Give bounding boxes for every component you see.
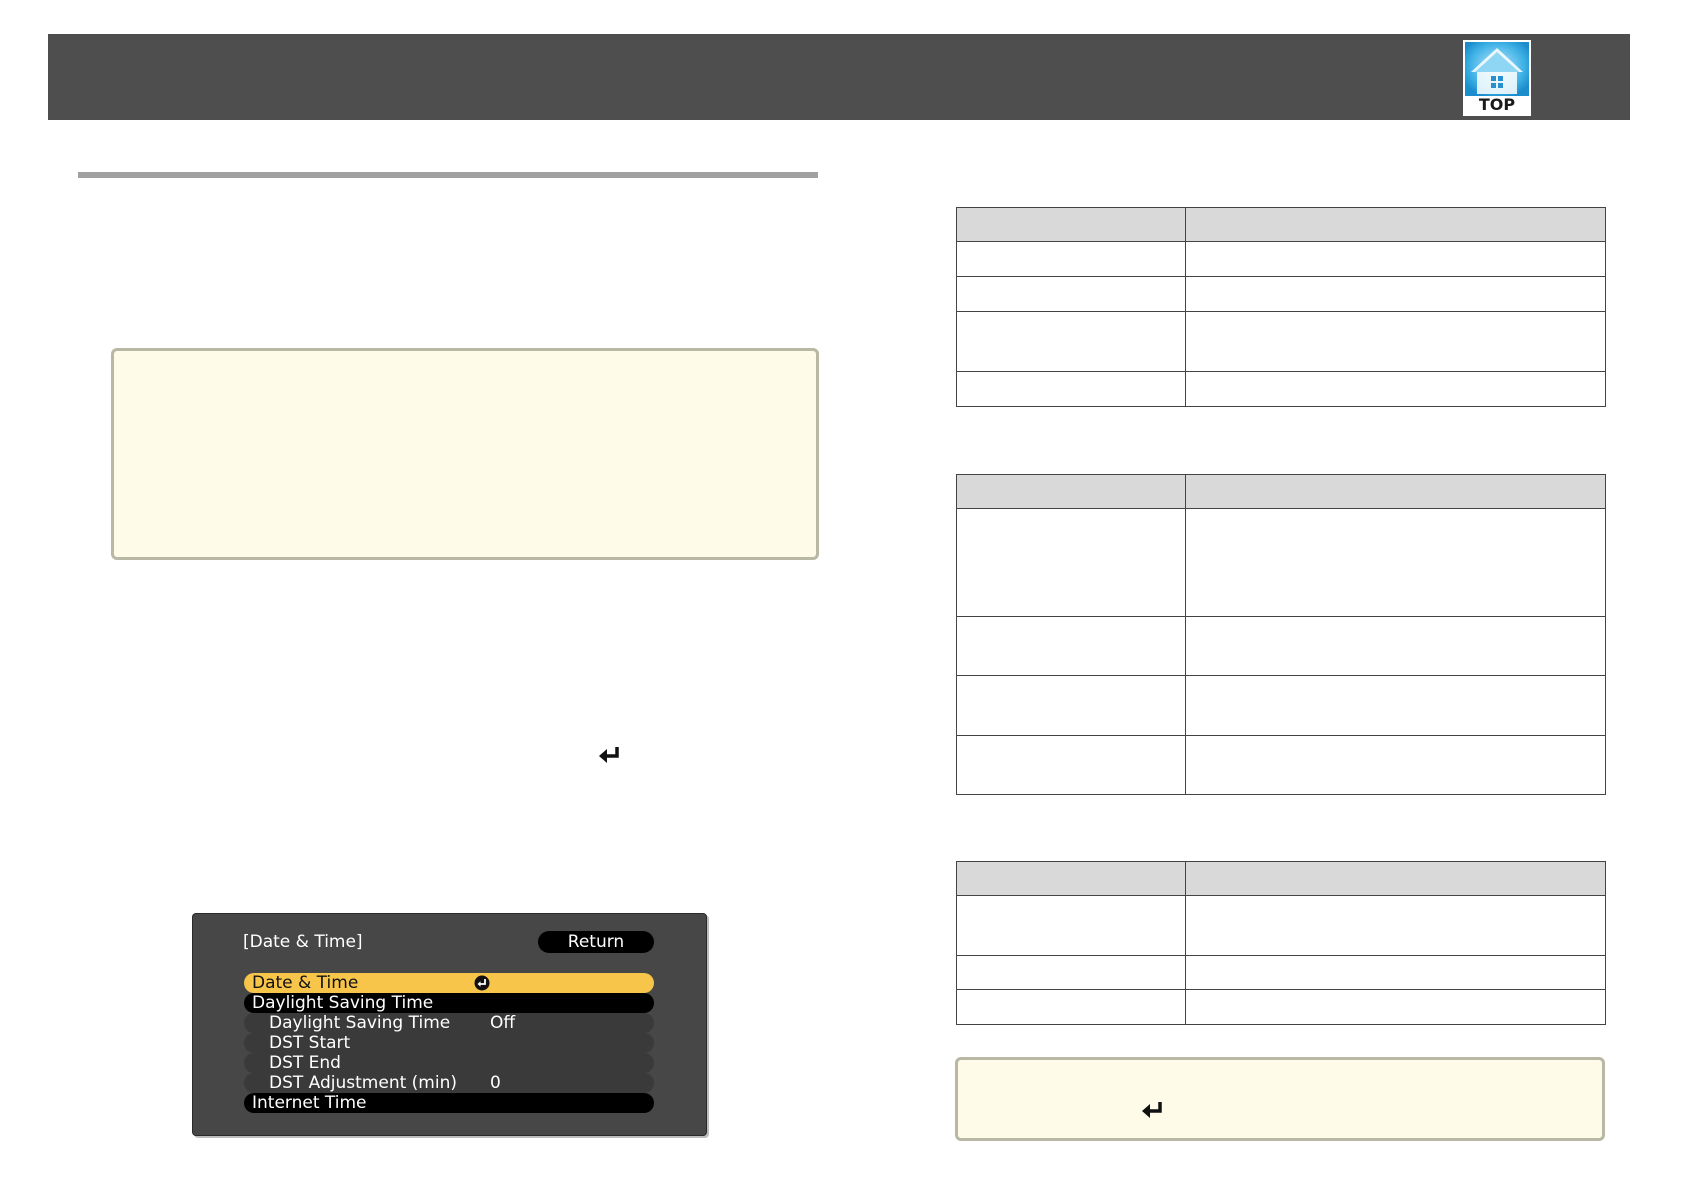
osd-item-date-time[interactable]: Date & Time [244,973,654,993]
enter-arrow-icon [1142,1102,1162,1118]
table-header-row [956,207,1606,242]
osd-item-label: DST End [269,1053,341,1073]
table-row [956,276,1606,312]
table-header-row [956,861,1606,896]
osd-item-daylight-saving-time[interactable]: Daylight Saving Time Off [244,1013,654,1033]
osd-item-value: Off [490,1013,516,1033]
top-logo-label: TOP [1478,95,1516,114]
table-row [956,508,1606,617]
osd-item-value: 0 [490,1073,501,1093]
enter-circle-icon [474,975,490,991]
date-time-osd-menu: [Date & Time] Return Date & Time Dayligh… [192,913,707,1136]
note-box [955,1057,1605,1141]
section-divider [78,172,818,178]
table-row [956,241,1606,277]
page-header-bar [48,34,1630,120]
table-row [956,371,1606,407]
osd-item-label: Daylight Saving Time [252,993,434,1013]
osd-item-label: DST Adjustment (min) [269,1073,457,1093]
house-icon [1465,42,1529,96]
settings-table-3 [956,861,1606,1025]
osd-item-label: Date & Time [252,973,359,993]
osd-item-dst-adjustment[interactable]: DST Adjustment (min) 0 [244,1073,654,1093]
table-header-row [956,474,1606,509]
table-row [956,895,1606,956]
enter-arrow-icon [599,747,619,763]
osd-menu-title: [Date & Time] [243,932,363,952]
osd-item-label: Internet Time [252,1093,367,1113]
settings-table-1 [956,207,1606,407]
osd-item-label: Daylight Saving Time [269,1013,451,1033]
table-row [956,955,1606,990]
settings-table-2 [956,474,1606,795]
osd-item-dst-end[interactable]: DST End [244,1053,654,1073]
osd-item-dst-start[interactable]: DST Start [244,1033,654,1053]
top-link-button[interactable]: TOP [1463,40,1531,116]
osd-item-daylight-saving-group[interactable]: Daylight Saving Time [244,993,654,1013]
osd-item-label: DST Start [269,1033,351,1053]
table-row [956,989,1606,1025]
table-row [956,311,1606,372]
table-row [956,675,1606,736]
osd-return-button[interactable]: Return [538,931,654,953]
table-row [956,616,1606,676]
note-box [111,348,819,560]
osd-item-internet-time[interactable]: Internet Time [244,1093,654,1113]
table-row [956,735,1606,795]
